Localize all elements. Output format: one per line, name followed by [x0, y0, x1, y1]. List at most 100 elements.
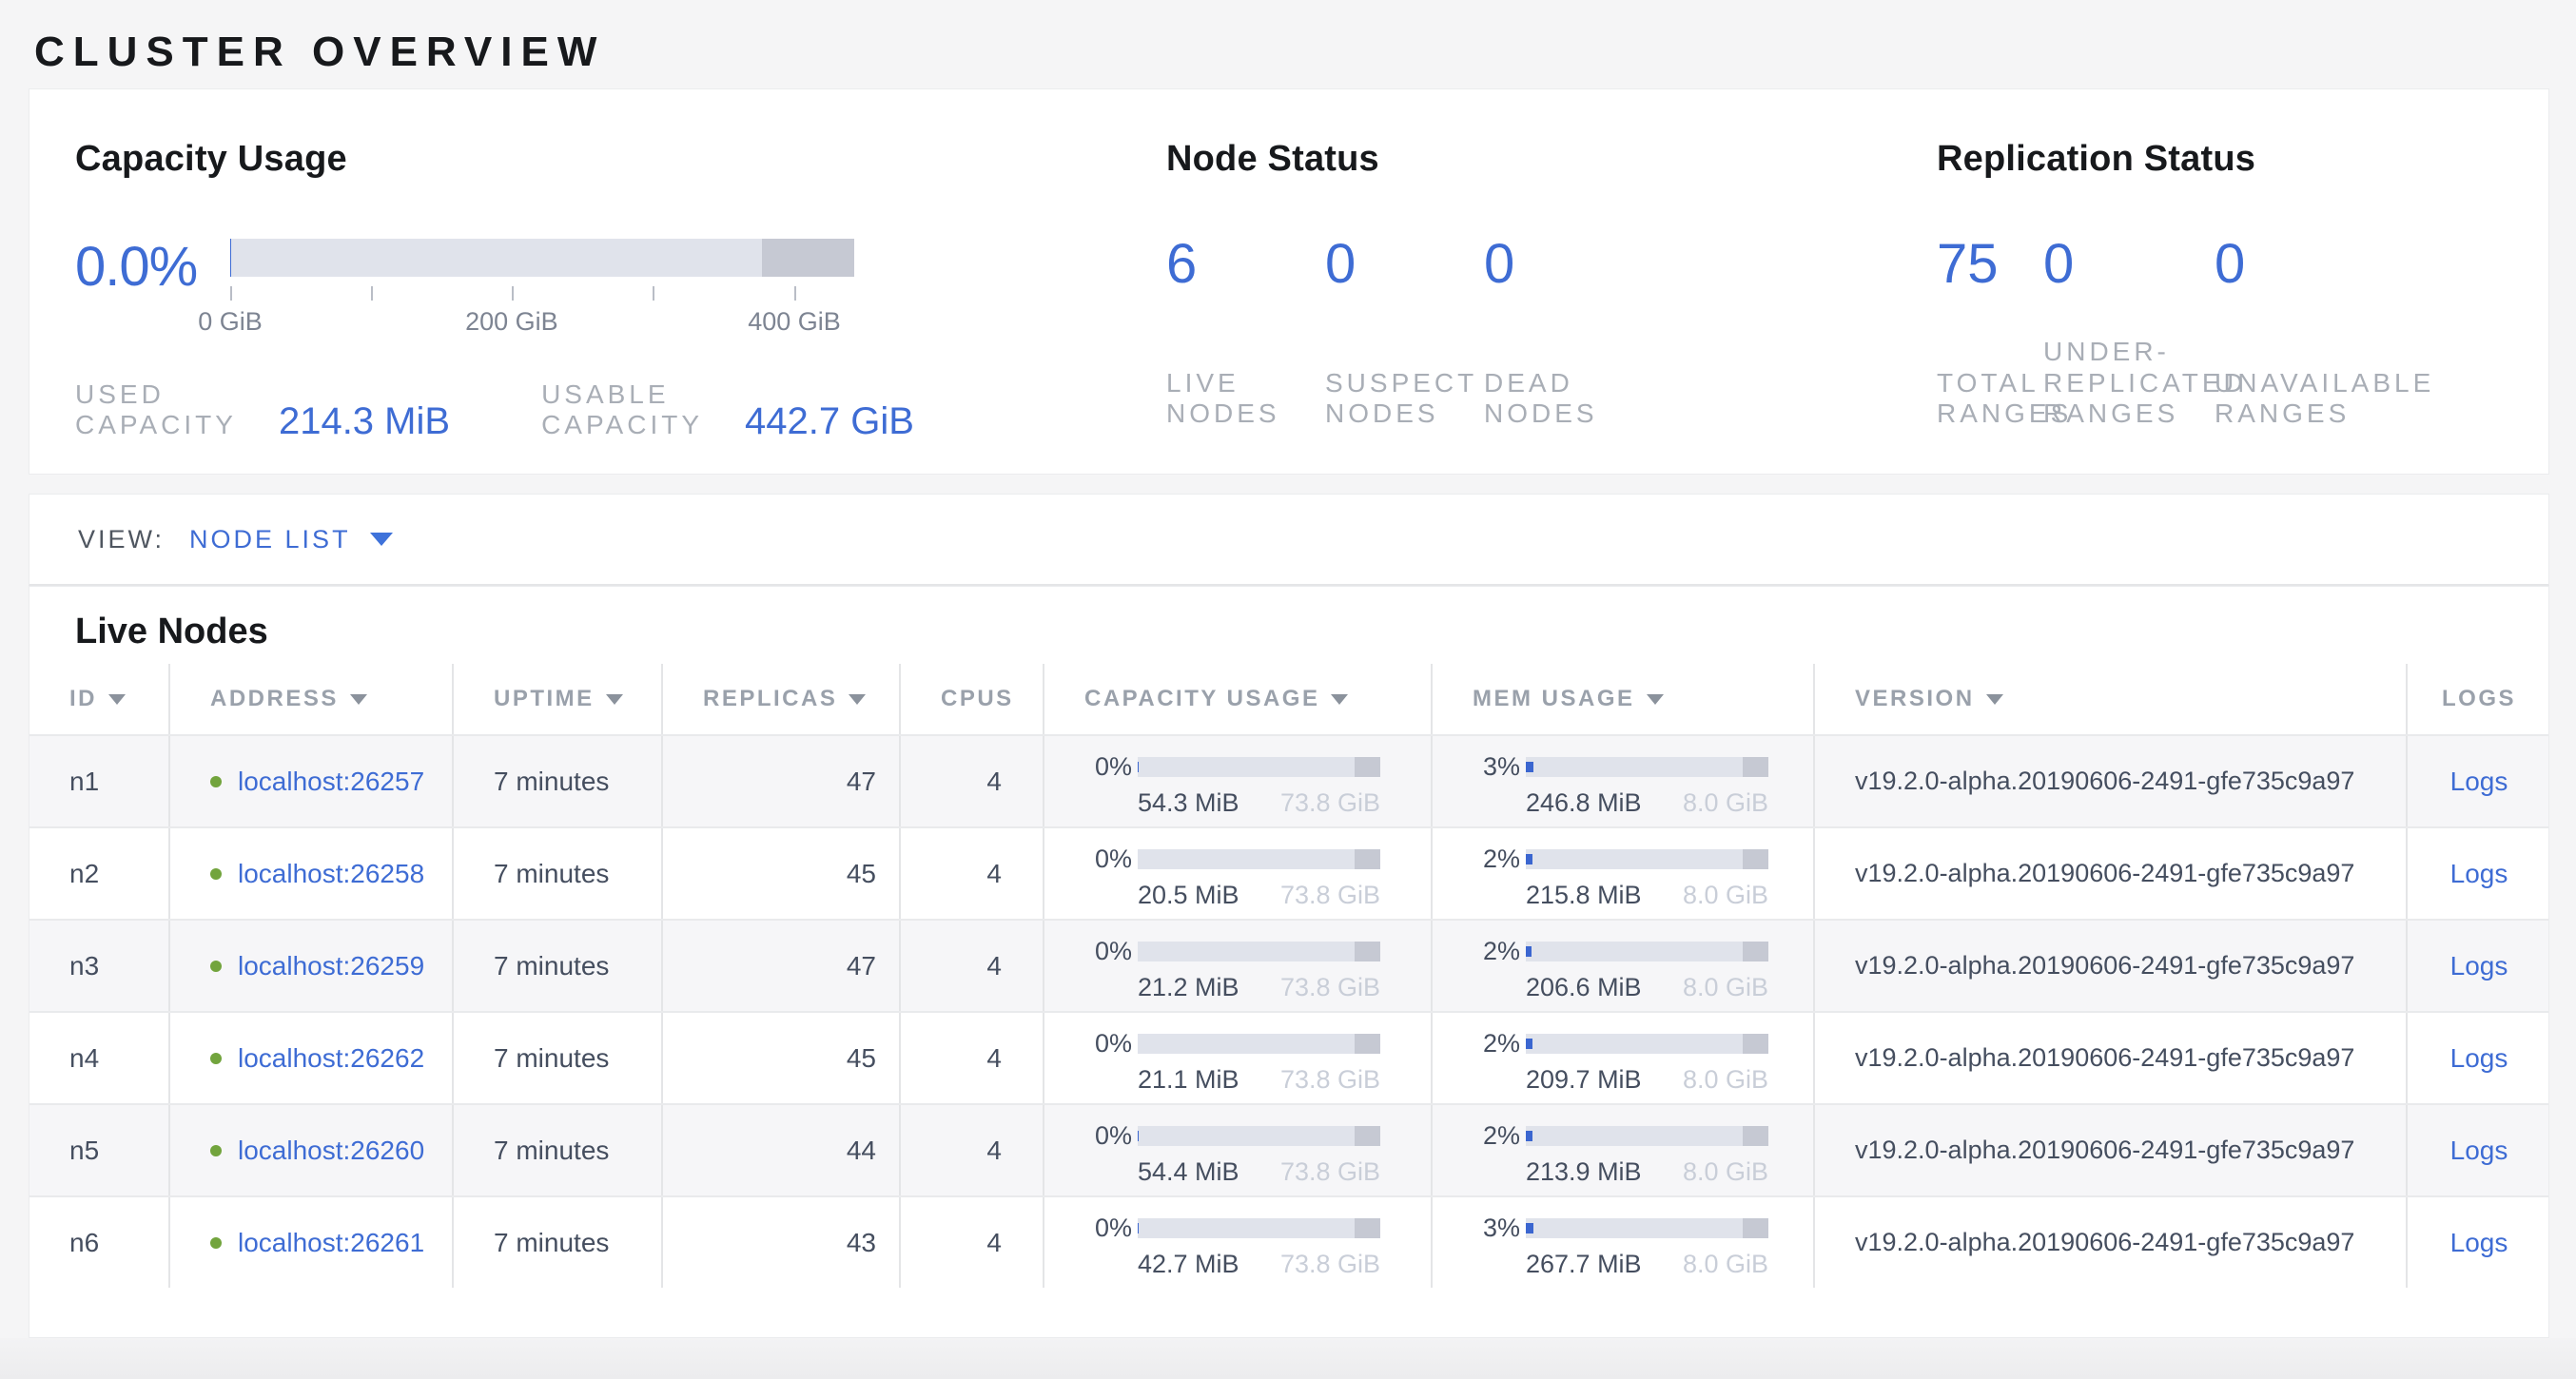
mem-usage-cell: 2% 213.9 MiB8.0 GiB [1431, 1105, 1813, 1195]
live-nodes-label: LIVE NODES [1166, 368, 1280, 429]
mem-usage-bar [1526, 1218, 1768, 1238]
sort-icon[interactable] [108, 694, 126, 705]
reserved-segment [1355, 849, 1380, 869]
column-header-version[interactable]: VERSION [1813, 664, 2406, 734]
used-capacity-value: 214.3 MiB [279, 402, 450, 440]
mem-percent: 3% [1459, 1214, 1520, 1243]
uptime-cell: 7 minutes [452, 1105, 661, 1195]
reserved-segment [1355, 942, 1380, 961]
chevron-down-icon[interactable] [370, 533, 393, 546]
mem-used-value: 246.8 MiB [1526, 788, 1642, 818]
capacity-used-value: 21.2 MiB [1138, 973, 1239, 1002]
column-header-capacity-usage[interactable]: CAPACITY USAGE [1043, 664, 1431, 734]
mem-total-value: 8.0 GiB [1683, 788, 1768, 818]
mem-total-value: 8.0 GiB [1683, 881, 1768, 910]
mem-usage-bar [1526, 1126, 1768, 1146]
usage-fill [1526, 854, 1532, 864]
cpus-cell: 4 [899, 828, 1043, 919]
mem-percent: 2% [1459, 845, 1520, 874]
cpus-cell: 4 [899, 1013, 1043, 1103]
live-status-icon [210, 1237, 222, 1249]
logs-cell: Logs [2406, 828, 2550, 919]
live-status-icon [210, 776, 222, 787]
capacity-used-value: 42.7 MiB [1138, 1250, 1239, 1279]
reserved-segment [1355, 1218, 1380, 1238]
usage-fill [1526, 1131, 1532, 1141]
table-row: n3 localhost:26259 7 minutes 47 4 0% 21.… [29, 919, 2548, 1011]
sort-icon[interactable] [1331, 694, 1348, 705]
sort-icon[interactable] [849, 694, 866, 705]
capacity-usage-section: Capacity Usage 0.0% 0 GiB 200 GiB 400 Gi… [75, 139, 1166, 474]
axis-tick-label: 400 GiB [748, 307, 841, 337]
column-header-replicas[interactable]: REPLICAS [661, 664, 899, 734]
logs-cell: Logs [2406, 736, 2550, 826]
usage-fill [1526, 1039, 1532, 1049]
reserved-segment [1743, 1034, 1768, 1054]
node-address-link[interactable]: localhost:26260 [238, 1136, 424, 1166]
dead-nodes-label: DEAD NODES [1484, 368, 1598, 429]
view-label: VIEW: [78, 525, 165, 554]
mem-usage-cell: 2% 215.8 MiB8.0 GiB [1431, 828, 1813, 919]
view-dropdown-value[interactable]: NODE LIST [189, 525, 351, 554]
capacity-percent: 0% [1071, 845, 1132, 874]
node-address-link[interactable]: localhost:26259 [238, 951, 424, 981]
sort-icon[interactable] [606, 694, 623, 705]
version-cell: v19.2.0-alpha.20190606-2491-gfe735c9a97 [1813, 921, 2406, 1011]
mem-total-value: 8.0 GiB [1683, 1250, 1768, 1279]
mem-usage-cell: 3% 267.7 MiB 8.0 GiB [1431, 1197, 1813, 1288]
table-row: n4 localhost:26262 7 minutes 45 4 0% 21.… [29, 1011, 2548, 1103]
column-header-id[interactable]: ID [29, 664, 168, 734]
sort-icon[interactable] [350, 694, 367, 705]
replicas-cell: 44 [661, 1105, 899, 1195]
axis-tick-label: 0 GiB [198, 307, 263, 337]
logs-cell: Logs [2406, 1105, 2550, 1195]
column-header-logs: LOGS [2406, 664, 2550, 734]
logs-link[interactable]: Logs [2450, 951, 2508, 981]
capacity-usage-title: Capacity Usage [75, 139, 1166, 180]
version-cell: v19.2.0-alpha.20190606-2491-gfe735c9a97 [1813, 828, 2406, 919]
table-row: n5 localhost:26260 7 minutes 44 4 0% 54.… [29, 1103, 2548, 1195]
live-status-icon [210, 868, 222, 880]
column-header-cpus: CPUS [899, 664, 1043, 734]
column-header-uptime[interactable]: UPTIME [452, 664, 661, 734]
node-address-link[interactable]: localhost:26261 [238, 1228, 424, 1258]
under-replicated-ranges-stat: 0 UNDER- REPLICATED RANGES [2043, 237, 2215, 429]
cpus-cell: 4 [899, 921, 1043, 1011]
logs-link[interactable]: Logs [2450, 859, 2508, 889]
logs-link[interactable]: Logs [2450, 1228, 2508, 1258]
live-status-icon [210, 961, 222, 972]
mem-used-value: 267.7 MiB [1526, 1250, 1642, 1279]
capacity-used-value: 54.4 MiB [1138, 1157, 1239, 1187]
live-status-icon [210, 1145, 222, 1156]
uptime-cell: 7 minutes [452, 1013, 661, 1103]
unavailable-ranges-stat: 0 UNAVAILABLE RANGES [2215, 237, 2434, 429]
mem-percent: 2% [1459, 937, 1520, 966]
node-address-cell: localhost:26260 [168, 1105, 452, 1195]
logs-cell: Logs [2406, 1197, 2550, 1288]
node-id-cell: n3 [29, 921, 168, 1011]
table-row: n1 localhost:26257 7 minutes 47 4 0% 54.… [29, 734, 2548, 826]
node-address-link[interactable]: localhost:26257 [238, 767, 424, 797]
page-bottom-strip [0, 1338, 2576, 1379]
sort-icon[interactable] [1647, 694, 1664, 705]
reserved-segment [1743, 1126, 1768, 1146]
replicas-cell: 47 [661, 736, 899, 826]
unavailable-label: UNAVAILABLE RANGES [2215, 368, 2434, 429]
suspect-nodes-label: SUSPECT NODES [1325, 368, 1477, 429]
sort-icon[interactable] [1986, 694, 2003, 705]
logs-link[interactable]: Logs [2450, 767, 2508, 797]
live-nodes-count: 6 [1166, 237, 1325, 292]
column-header-mem-usage[interactable]: MEM USAGE [1431, 664, 1813, 734]
view-dropdown[interactable]: NODE LIST [189, 525, 393, 554]
logs-link[interactable]: Logs [2450, 1043, 2508, 1074]
cpus-cell: 4 [899, 1197, 1043, 1288]
mem-percent: 2% [1459, 1121, 1520, 1151]
logs-link[interactable]: Logs [2450, 1136, 2508, 1166]
column-header-address[interactable]: ADDRESS [168, 664, 452, 734]
node-address-cell: localhost:26258 [168, 828, 452, 919]
mem-total-value: 8.0 GiB [1683, 1065, 1768, 1095]
replication-status-title: Replication Status [1937, 139, 2548, 180]
dead-nodes-count: 0 [1484, 237, 1643, 292]
node-address-link[interactable]: localhost:26262 [238, 1043, 424, 1074]
node-address-link[interactable]: localhost:26258 [238, 859, 424, 889]
